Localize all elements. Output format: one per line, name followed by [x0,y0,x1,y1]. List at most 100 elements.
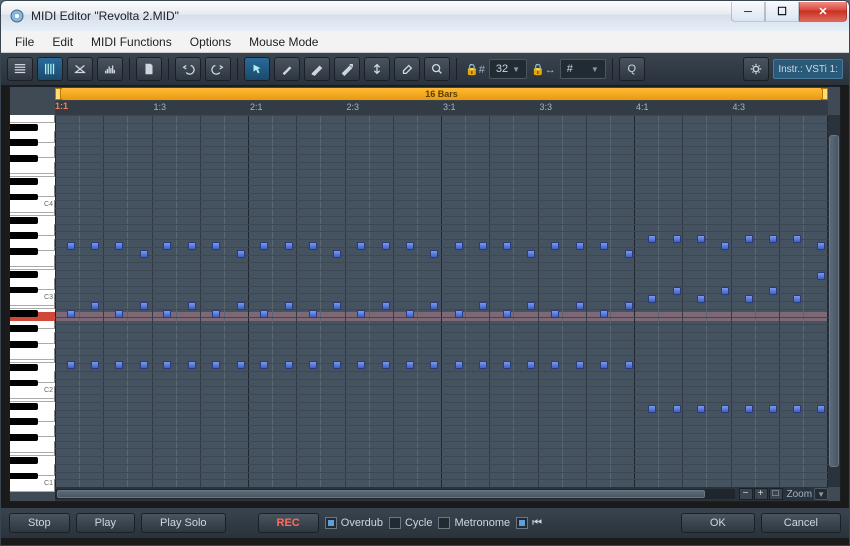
midi-note[interactable] [527,361,535,369]
black-key[interactable] [10,380,38,387]
midi-note[interactable] [455,361,463,369]
midi-note[interactable] [309,310,317,318]
midi-note[interactable] [697,295,705,303]
record-button[interactable]: REC [258,513,319,533]
white-key[interactable] [10,441,55,453]
cycle-checkbox[interactable]: Cycle [389,517,433,529]
horizontal-scrollbar[interactable] [55,489,735,499]
midi-note[interactable] [188,242,196,250]
black-key[interactable] [10,232,38,239]
midi-note[interactable] [140,361,148,369]
stop-button[interactable]: Stop [9,513,70,533]
midi-note[interactable] [406,242,414,250]
tool-velocity[interactable] [364,57,390,81]
vscroll-thumb[interactable] [829,135,839,467]
view-piano-roll-button[interactable] [37,57,63,81]
midi-note[interactable] [745,295,753,303]
minimize-button[interactable]: ─ [731,2,765,22]
quantize-button[interactable]: Q [619,57,645,81]
midi-note[interactable] [260,242,268,250]
midi-note[interactable] [430,250,438,258]
ok-button[interactable]: OK [681,513,755,533]
zoom-in-button[interactable]: + [754,488,768,500]
black-key[interactable] [10,217,38,224]
midi-note[interactable] [188,302,196,310]
midi-note[interactable] [406,310,414,318]
black-key[interactable] [10,124,38,131]
white-key[interactable] [10,115,55,123]
midi-note[interactable] [91,242,99,250]
midi-note[interactable] [163,310,171,318]
black-key[interactable] [10,178,38,185]
midi-note[interactable] [817,405,825,413]
menu-mouse-mode[interactable]: Mouse Mode [241,33,326,51]
view-list-button[interactable] [7,57,33,81]
midi-note[interactable] [237,302,245,310]
tool-zoom[interactable] [424,57,450,81]
black-key[interactable] [10,310,38,317]
midi-note[interactable] [673,405,681,413]
midi-note[interactable] [745,235,753,243]
midi-note[interactable] [600,361,608,369]
menu-file[interactable]: File [7,33,42,51]
hscroll-thumb[interactable] [57,490,705,498]
midi-note[interactable] [503,361,511,369]
midi-note[interactable] [503,310,511,318]
loop-end-handle[interactable] [822,88,828,100]
menu-midi-functions[interactable]: MIDI Functions [83,33,180,51]
tool-erase[interactable] [394,57,420,81]
redo-button[interactable] [205,57,231,81]
black-key[interactable] [10,139,38,146]
midi-note[interactable] [163,242,171,250]
tool-drum-draw[interactable] [304,57,330,81]
note-length-select[interactable]: #▼ [560,59,606,79]
midi-note[interactable] [817,242,825,250]
midi-note[interactable] [576,302,584,310]
view-drum-button[interactable] [67,57,93,81]
midi-note[interactable] [333,361,341,369]
midi-note[interactable] [551,361,559,369]
midi-note[interactable] [285,242,293,250]
black-key[interactable] [10,403,38,410]
midi-note[interactable] [357,361,365,369]
white-key[interactable] [10,255,55,267]
snap-grid-select[interactable]: 32▼ [489,59,527,79]
piano-keyboard[interactable]: C1C2C3C4 [10,115,55,487]
midi-note[interactable] [479,361,487,369]
black-key[interactable] [10,434,38,441]
play-button[interactable]: Play [76,513,135,533]
zoom-fit-button[interactable]: □ [769,488,783,500]
midi-note[interactable] [600,242,608,250]
midi-note[interactable] [115,310,123,318]
midi-note[interactable] [406,361,414,369]
play-solo-button[interactable]: Play Solo [141,513,225,533]
white-key[interactable] [10,348,55,360]
midi-note[interactable] [769,405,777,413]
midi-note[interactable] [285,361,293,369]
black-key[interactable] [10,457,38,464]
midi-note[interactable] [237,250,245,258]
midi-note[interactable] [309,242,317,250]
view-controller-button[interactable] [97,57,123,81]
midi-note[interactable] [115,361,123,369]
midi-note[interactable] [793,235,801,243]
midi-note[interactable] [455,310,463,318]
midi-note[interactable] [625,361,633,369]
midi-note[interactable] [67,361,75,369]
midi-note[interactable] [309,361,317,369]
tool-draw[interactable] [274,57,300,81]
midi-note[interactable] [212,310,220,318]
midi-note[interactable] [382,302,390,310]
close-button[interactable]: ✕ [799,2,847,22]
midi-note[interactable] [333,250,341,258]
midi-note[interactable] [357,310,365,318]
black-key[interactable] [10,341,38,348]
black-key[interactable] [10,248,38,255]
black-key[interactable] [10,364,38,371]
midi-note[interactable] [67,242,75,250]
tool-pointer[interactable] [244,57,270,81]
midi-note[interactable] [115,242,123,250]
midi-note[interactable] [793,405,801,413]
midi-note[interactable] [357,242,365,250]
vertical-scrollbar[interactable] [828,115,840,487]
